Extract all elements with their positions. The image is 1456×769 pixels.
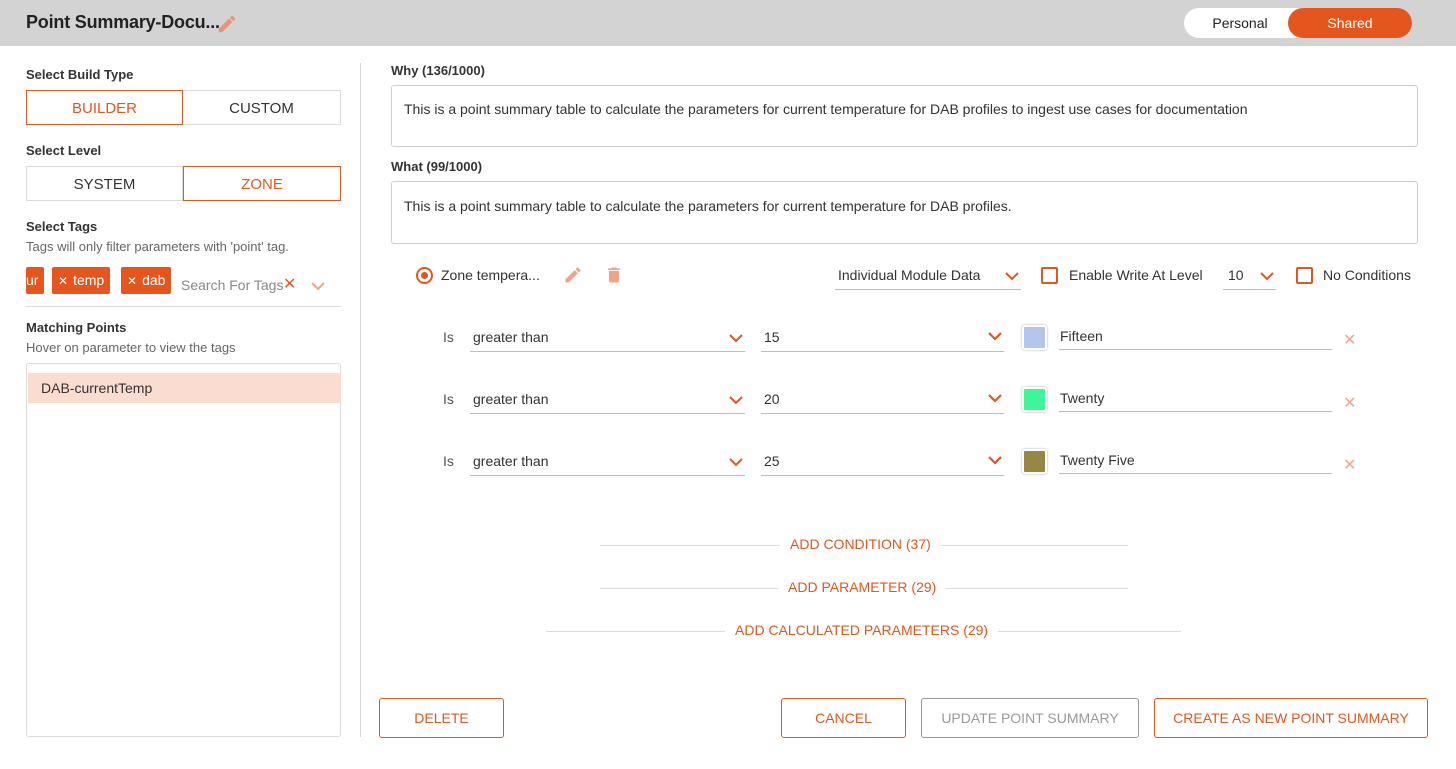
condition-value-select[interactable]: 25 xyxy=(761,453,1004,476)
chevron-down-icon xyxy=(1260,272,1274,281)
condition-is-label: Is xyxy=(443,391,454,407)
close-icon[interactable]: ✕ xyxy=(58,274,68,288)
condition-is-label: Is xyxy=(443,453,454,469)
tag-chip[interactable]: ✕ temp xyxy=(52,267,111,294)
close-icon[interactable]: ✕ xyxy=(1343,330,1356,350)
panel-divider xyxy=(360,63,361,737)
radio-selected-icon[interactable] xyxy=(416,267,433,284)
top-bar: Point Summary-Docu... Personal Shared xyxy=(0,0,1456,46)
condition-operator-select[interactable]: greater than xyxy=(470,453,745,476)
write-level-select[interactable]: 10 xyxy=(1223,267,1276,290)
tag-chip[interactable]: ur xyxy=(26,267,45,294)
enable-write-label: Enable Write At Level xyxy=(1069,267,1203,283)
close-icon[interactable]: ✕ xyxy=(1343,393,1356,413)
level-system[interactable]: SYSTEM xyxy=(26,166,183,201)
tag-chip-label: dab xyxy=(142,272,166,288)
update-point-summary-button[interactable]: UPDATE POINT SUMMARY xyxy=(921,698,1139,738)
chevron-down-icon[interactable] xyxy=(310,279,326,291)
condition-operator-value: greater than xyxy=(473,391,549,407)
build-type-label: Select Build Type xyxy=(26,67,134,82)
condition-value: 25 xyxy=(764,453,780,469)
chevron-down-icon xyxy=(729,334,743,343)
tag-chip[interactable]: ✕ dab xyxy=(121,267,172,294)
trash-icon[interactable] xyxy=(604,265,624,290)
what-textarea[interactable]: This is a point summary table to calcula… xyxy=(391,181,1418,244)
chevron-down-icon xyxy=(729,458,743,467)
parameter-name: Zone tempera... xyxy=(441,267,540,283)
data-source-value: Individual Module Data xyxy=(838,267,981,283)
condition-label-input[interactable]: Twenty xyxy=(1059,390,1332,412)
tag-chip-label: ur xyxy=(26,272,39,288)
no-conditions-label: No Conditions xyxy=(1323,267,1411,283)
condition-value: 20 xyxy=(764,391,780,407)
build-type-custom[interactable]: CUSTOM xyxy=(183,90,341,125)
pencil-icon[interactable] xyxy=(216,13,238,35)
toggle-shared[interactable]: Shared xyxy=(1288,8,1412,38)
condition-value-select[interactable]: 15 xyxy=(761,329,1004,352)
delete-button[interactable]: DELETE xyxy=(379,698,504,738)
tag-search-input[interactable]: Search For Tags xyxy=(181,277,283,293)
page-title: Point Summary-Docu... xyxy=(26,12,220,32)
chevron-down-icon xyxy=(988,332,1002,341)
chevron-down-icon xyxy=(988,394,1002,403)
enable-write-checkbox[interactable] xyxy=(1041,267,1058,284)
build-type-builder[interactable]: BUILDER xyxy=(26,90,183,125)
matching-points-list: DAB-currentTemp xyxy=(26,363,341,737)
matching-hint: Hover on parameter to view the tags xyxy=(26,340,236,355)
condition-operator-select[interactable]: greater than xyxy=(470,391,745,414)
condition-operator-select[interactable]: greater than xyxy=(470,329,745,352)
create-new-point-summary-button[interactable]: CREATE AS NEW POINT SUMMARY xyxy=(1154,698,1428,738)
condition-is-label: Is xyxy=(443,329,454,345)
why-label: Why (136/1000) xyxy=(391,63,485,78)
chevron-down-icon xyxy=(988,456,1002,465)
condition-label-input[interactable]: Fifteen xyxy=(1059,328,1332,350)
what-label: What (99/1000) xyxy=(391,159,483,174)
divider xyxy=(26,306,341,307)
add-parameter-link[interactable]: ADD PARAMETER (29) xyxy=(778,579,947,595)
why-textarea[interactable]: This is a point summary table to calcula… xyxy=(391,85,1418,147)
close-icon[interactable]: ✕ xyxy=(283,274,296,294)
write-level-value: 10 xyxy=(1228,267,1244,283)
list-item[interactable]: DAB-currentTemp xyxy=(28,373,341,403)
pencil-icon[interactable] xyxy=(563,265,583,290)
toggle-personal[interactable]: Personal xyxy=(1184,8,1296,38)
color-swatch[interactable] xyxy=(1022,449,1047,474)
level-zone[interactable]: ZONE xyxy=(183,166,341,201)
chevron-down-icon xyxy=(1005,272,1019,281)
no-conditions-checkbox[interactable] xyxy=(1296,267,1313,284)
close-icon[interactable]: ✕ xyxy=(1343,455,1356,475)
matching-label: Matching Points xyxy=(26,320,127,335)
chevron-down-icon xyxy=(729,396,743,405)
tags-label: Select Tags xyxy=(26,219,98,234)
tag-chip-label: temp xyxy=(73,272,105,288)
condition-label-input[interactable]: Twenty Five xyxy=(1059,452,1332,474)
color-swatch[interactable] xyxy=(1022,387,1047,412)
condition-value-select[interactable]: 20 xyxy=(761,391,1004,414)
close-icon[interactable]: ✕ xyxy=(127,274,137,288)
visibility-toggle: Personal Shared xyxy=(1184,8,1412,38)
condition-value: 15 xyxy=(764,329,780,345)
condition-operator-value: greater than xyxy=(473,453,549,469)
add-condition-link[interactable]: ADD CONDITION (37) xyxy=(780,536,941,552)
level-label: Select Level xyxy=(26,143,102,158)
data-source-select[interactable]: Individual Module Data xyxy=(835,267,1021,290)
add-calculated-parameters-link[interactable]: ADD CALCULATED PARAMETERS (29) xyxy=(725,622,999,638)
condition-operator-value: greater than xyxy=(473,329,549,345)
cancel-button[interactable]: CANCEL xyxy=(781,698,906,738)
color-swatch[interactable] xyxy=(1022,325,1047,350)
tags-hint: Tags will only filter parameters with 'p… xyxy=(26,239,289,254)
